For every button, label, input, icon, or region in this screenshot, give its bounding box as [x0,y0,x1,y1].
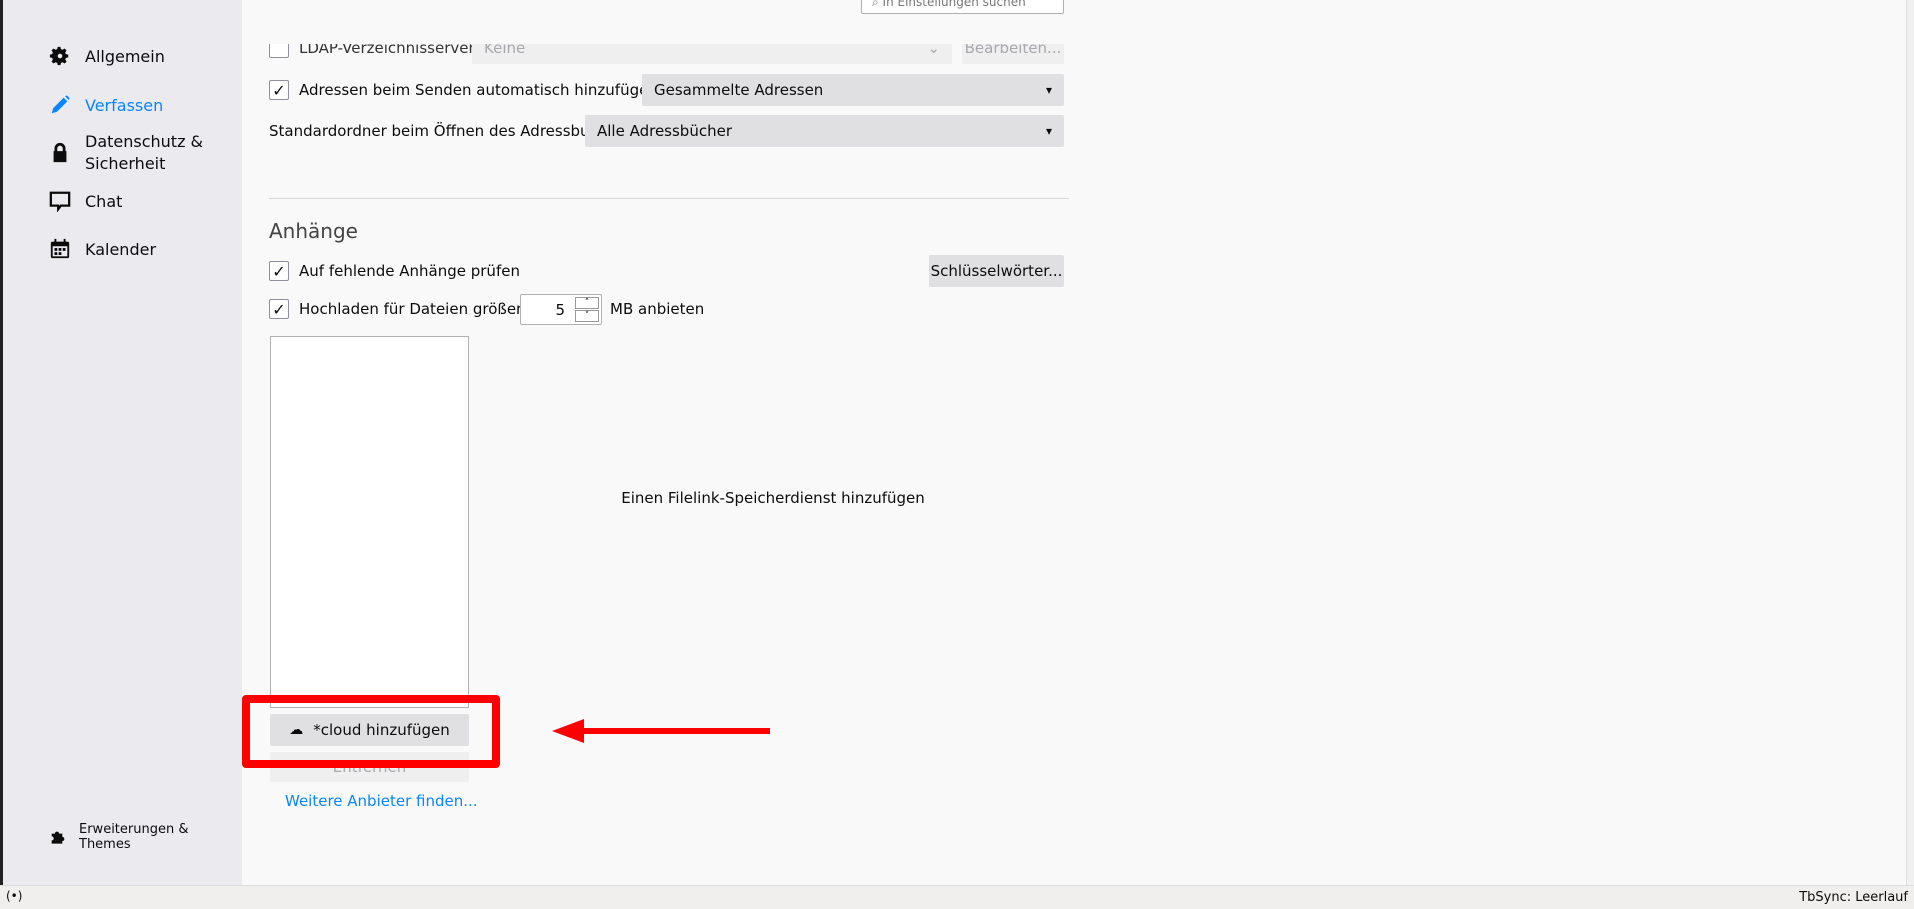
check-missing-label: Auf fehlende Anhänge prüfen [299,262,520,280]
statusbar: (•) TbSync: Leerlauf [0,885,1914,909]
auto-add-select[interactable]: Gesammelte Adressen ▾ [642,74,1064,106]
sidebar-item-label: Verfassen [85,95,164,115]
ldap-select[interactable]: Keine ⌄ [472,44,952,64]
upload-size-value: 5 [555,301,565,319]
filelink-provider-list[interactable] [270,336,469,708]
section-heading-attachments: Anhänge [269,219,358,243]
more-providers-link[interactable]: Weitere Anbieter finden... [285,792,478,810]
upload-checkbox[interactable]: ✓ [269,299,289,319]
ldap-checkbox[interactable] [269,44,289,58]
arrow-icon [552,719,770,743]
sidebar-item-kalender[interactable]: Kalender [49,238,156,260]
default-dir-value: Alle Adressbücher [597,122,732,140]
status-text[interactable]: TbSync: Leerlauf [1799,890,1908,905]
default-dir-select[interactable]: Alle Adressbücher ▾ [585,115,1064,147]
ldap-edit-button[interactable]: Bearbeiten... [962,44,1064,64]
filelink-empty-text: Einen Filelink-Speicherdienst hinzufügen [621,489,925,507]
chevron-down-icon: ▾ [1045,124,1052,138]
check-missing-checkbox[interactable]: ✓ [269,261,289,281]
scrollbar[interactable] [1906,0,1914,885]
auto-add-label: Adressen beim Senden automatisch hinzufü… [299,81,686,99]
keywords-button[interactable]: Schlüsselwörter... [929,255,1064,287]
chat-icon [49,191,71,212]
sidebar-item-label: Chat [85,191,123,211]
auto-add-checkbox[interactable]: ✓ [269,80,289,100]
sidebar-item-label: Kalender [85,239,157,259]
ldap-label: LDAP-Verzeichnisserver: [299,44,480,57]
lock-icon [53,142,67,163]
default-dir-label: Standardordner beim Öffnen des Adressbuc… [269,122,621,140]
header: ⌕ In Einstellungen suchen [242,0,1910,44]
search-placeholder: In Einstellungen suchen [882,0,1026,9]
gear-icon [49,46,69,66]
sidebar-item-label: Datenschutz & Sicherheit [85,132,204,173]
sidebar-item-chat[interactable]: Chat [49,190,122,212]
spin-down-icon[interactable]: ˅ [575,310,599,322]
sidebar-item-label: Allgemein [85,46,165,66]
chevron-down-icon: ⌄ [927,44,940,57]
upload-unit-label: MB anbieten [610,300,705,318]
search-input[interactable]: ⌕ In Einstellungen suchen [861,0,1064,14]
upload-size-stepper[interactable]: 5 ˄ ˅ [520,294,602,325]
upload-label: Hochladen für Dateien größer als [299,300,549,318]
auto-add-value: Gesammelte Adressen [654,81,824,99]
search-icon: ⌕ [872,0,883,9]
pencil-icon [51,95,70,114]
sidebar-item-allgemein[interactable]: Allgemein [49,45,165,67]
separator [269,198,1069,199]
sidebar-item-verfassen[interactable]: Verfassen [49,94,163,116]
chevron-down-icon: ▾ [1045,83,1052,97]
highlight-box [242,695,500,768]
ldap-value: Keine [484,44,526,57]
sidebar-footer-label: Erweiterungen & Themes [79,822,189,852]
spin-up-icon[interactable]: ˄ [575,297,599,309]
sidebar-item-extensions[interactable]: Erweiterungen & Themes [49,822,242,852]
ldap-row: LDAP-Verzeichnisserver: Keine ⌄ Bearbeite… [242,44,1910,64]
connection-icon[interactable]: (•) [6,889,22,903]
sidebar: Allgemein Verfassen Datenschutz & Sicher… [0,0,242,885]
sidebar-item-datenschutz[interactable]: Datenschutz & Sicherheit [49,131,205,175]
calendar-icon [50,238,70,259]
puzzle-icon [51,831,65,844]
